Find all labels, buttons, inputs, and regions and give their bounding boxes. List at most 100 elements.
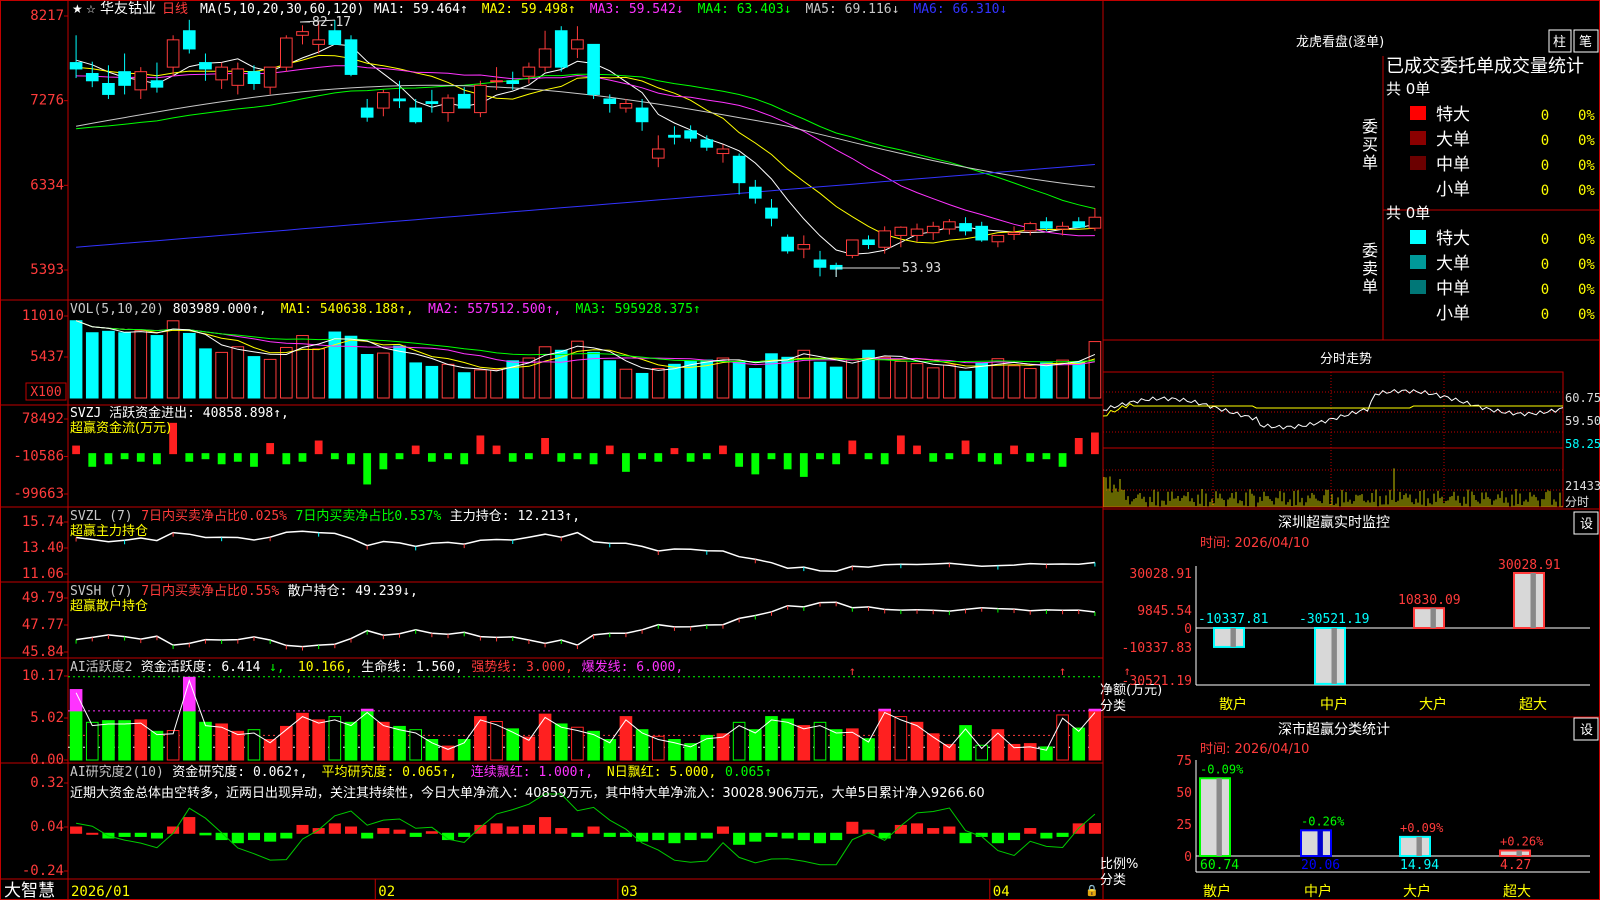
candle-body[interactable] (959, 223, 972, 232)
fund-flow-bar[interactable] (1074, 437, 1083, 455)
volume-bar[interactable] (910, 363, 924, 399)
volume-bar[interactable] (571, 340, 584, 399)
volume-bar[interactable] (603, 360, 617, 399)
activity-bar[interactable] (377, 721, 390, 761)
sz-class-bar[interactable] (1199, 777, 1231, 858)
fund-flow-bar[interactable] (525, 453, 533, 460)
fund-flow-bar[interactable] (816, 453, 824, 460)
candle-body[interactable] (571, 39, 584, 50)
candle-body[interactable] (166, 39, 180, 68)
research-bar[interactable] (247, 832, 261, 841)
research-bar[interactable] (619, 832, 632, 837)
research-bar[interactable] (571, 832, 584, 837)
candle-body[interactable] (587, 43, 600, 95)
candle-body[interactable] (1088, 216, 1102, 229)
activity-bar[interactable] (166, 730, 180, 761)
research-bar[interactable] (603, 832, 616, 837)
research-bar[interactable] (344, 826, 358, 834)
fund-flow-bar[interactable] (1091, 432, 1099, 455)
research-bar[interactable] (70, 826, 83, 834)
activity-bar[interactable] (118, 720, 131, 761)
research-bar[interactable] (749, 832, 762, 842)
activity-bar[interactable] (926, 733, 940, 761)
fund-flow-bar[interactable] (864, 453, 873, 460)
research-bar[interactable] (264, 832, 277, 842)
candle-body[interactable] (813, 259, 827, 268)
candle-body[interactable] (684, 130, 697, 139)
fund-flow-bar[interactable] (411, 445, 420, 455)
candle-body[interactable] (134, 71, 148, 91)
sz-monitor-bar[interactable] (1314, 627, 1346, 685)
fund-flow-bar[interactable] (573, 453, 582, 460)
volume-bar[interactable] (425, 365, 439, 399)
activity-bar[interactable] (1007, 743, 1021, 761)
activity-bar[interactable] (150, 730, 164, 761)
activity-burst-bar[interactable] (878, 708, 892, 712)
fund-flow-bar[interactable] (751, 453, 760, 475)
fund-flow-bar[interactable] (799, 453, 808, 477)
volume-bar[interactable] (231, 346, 245, 399)
volume-bar[interactable] (85, 332, 99, 399)
candle-body[interactable] (1056, 225, 1069, 230)
activity-bar[interactable] (312, 719, 325, 761)
volume-bar[interactable] (409, 362, 423, 399)
volume-bar[interactable] (102, 330, 115, 399)
candle-body[interactable] (425, 101, 439, 105)
svzj-panel[interactable]: SVZJ 活跃资金进出: 40858.898↑, 78492 -10586 -9966… (13, 405, 1099, 502)
fund-flow-bar[interactable] (298, 453, 307, 462)
volume-panel[interactable]: VOL(5,10,20) 803989.000↑, MA1: 540638.188↑… (22, 302, 1102, 401)
candle-body[interactable] (231, 68, 245, 86)
candle-body[interactable] (69, 62, 83, 70)
activity-bar[interactable] (1072, 727, 1086, 761)
candle-body[interactable] (474, 84, 487, 114)
fund-flow-bar[interactable] (476, 435, 485, 455)
activity-bar[interactable] (85, 721, 99, 761)
volume-bar[interactable] (69, 320, 83, 399)
candle-body[interactable] (150, 80, 164, 88)
candle-body[interactable] (102, 83, 115, 95)
research-bar[interactable] (813, 832, 827, 844)
fund-flow-bar[interactable] (460, 453, 469, 465)
volume-bar[interactable] (360, 353, 374, 399)
volume-bar[interactable] (716, 357, 730, 399)
research-bar[interactable] (652, 832, 665, 841)
research-bar[interactable] (231, 832, 244, 844)
candle-body[interactable] (85, 72, 99, 82)
candle-body[interactable] (732, 155, 746, 184)
svzl-panel[interactable]: SVZL (7) 7日内买卖净占比0.025% 7日内买卖净占比0.537% 主力持仓… (22, 508, 1096, 582)
research-bar[interactable] (587, 826, 600, 834)
research-bar[interactable] (668, 832, 681, 844)
candle-body[interactable] (1023, 223, 1037, 232)
fund-flow-bar[interactable] (330, 453, 339, 460)
fund-flow-bar[interactable] (120, 453, 129, 460)
volume-bar[interactable] (247, 356, 261, 399)
research-bar[interactable] (1008, 832, 1021, 841)
research-bar[interactable] (797, 832, 810, 841)
research-bar[interactable] (1056, 832, 1069, 837)
fund-flow-bar[interactable] (783, 453, 792, 470)
activity-burst-bar[interactable] (360, 708, 374, 712)
research-bar[interactable] (927, 828, 940, 834)
candle-body[interactable] (668, 134, 681, 138)
research-bar[interactable] (118, 832, 131, 837)
volume-bar[interactable] (393, 345, 406, 399)
volume-bar[interactable] (377, 352, 390, 399)
research-bar[interactable] (684, 832, 697, 841)
mark-icon[interactable]: ☆ (86, 3, 96, 16)
fund-flow-bar[interactable] (444, 453, 452, 460)
research-bar[interactable] (393, 829, 406, 834)
svsh-panel[interactable]: SVSH (7) 7日内买卖净占比0.55% 散户持仓: 49.239↓, 49.79… (22, 583, 1096, 660)
activity-bar[interactable] (490, 721, 503, 761)
research-bar[interactable] (733, 832, 746, 845)
volume-bar[interactable] (1007, 365, 1021, 399)
ai-research-panel[interactable]: AI研究度2(10) 资金研究度: 0.062↑, 平均研究度: 0.065↑, 连续… (22, 764, 1101, 879)
candle-body[interactable] (781, 236, 794, 252)
candle-body[interactable] (296, 31, 309, 36)
candle-body[interactable] (1072, 221, 1086, 228)
fund-flow-bar[interactable] (427, 453, 436, 462)
activity-bar[interactable] (554, 723, 568, 761)
fund-flow-bar[interactable] (767, 453, 776, 460)
volume-bar[interactable] (846, 359, 859, 399)
candle-body[interactable] (344, 39, 358, 75)
candle-body[interactable] (975, 225, 989, 241)
